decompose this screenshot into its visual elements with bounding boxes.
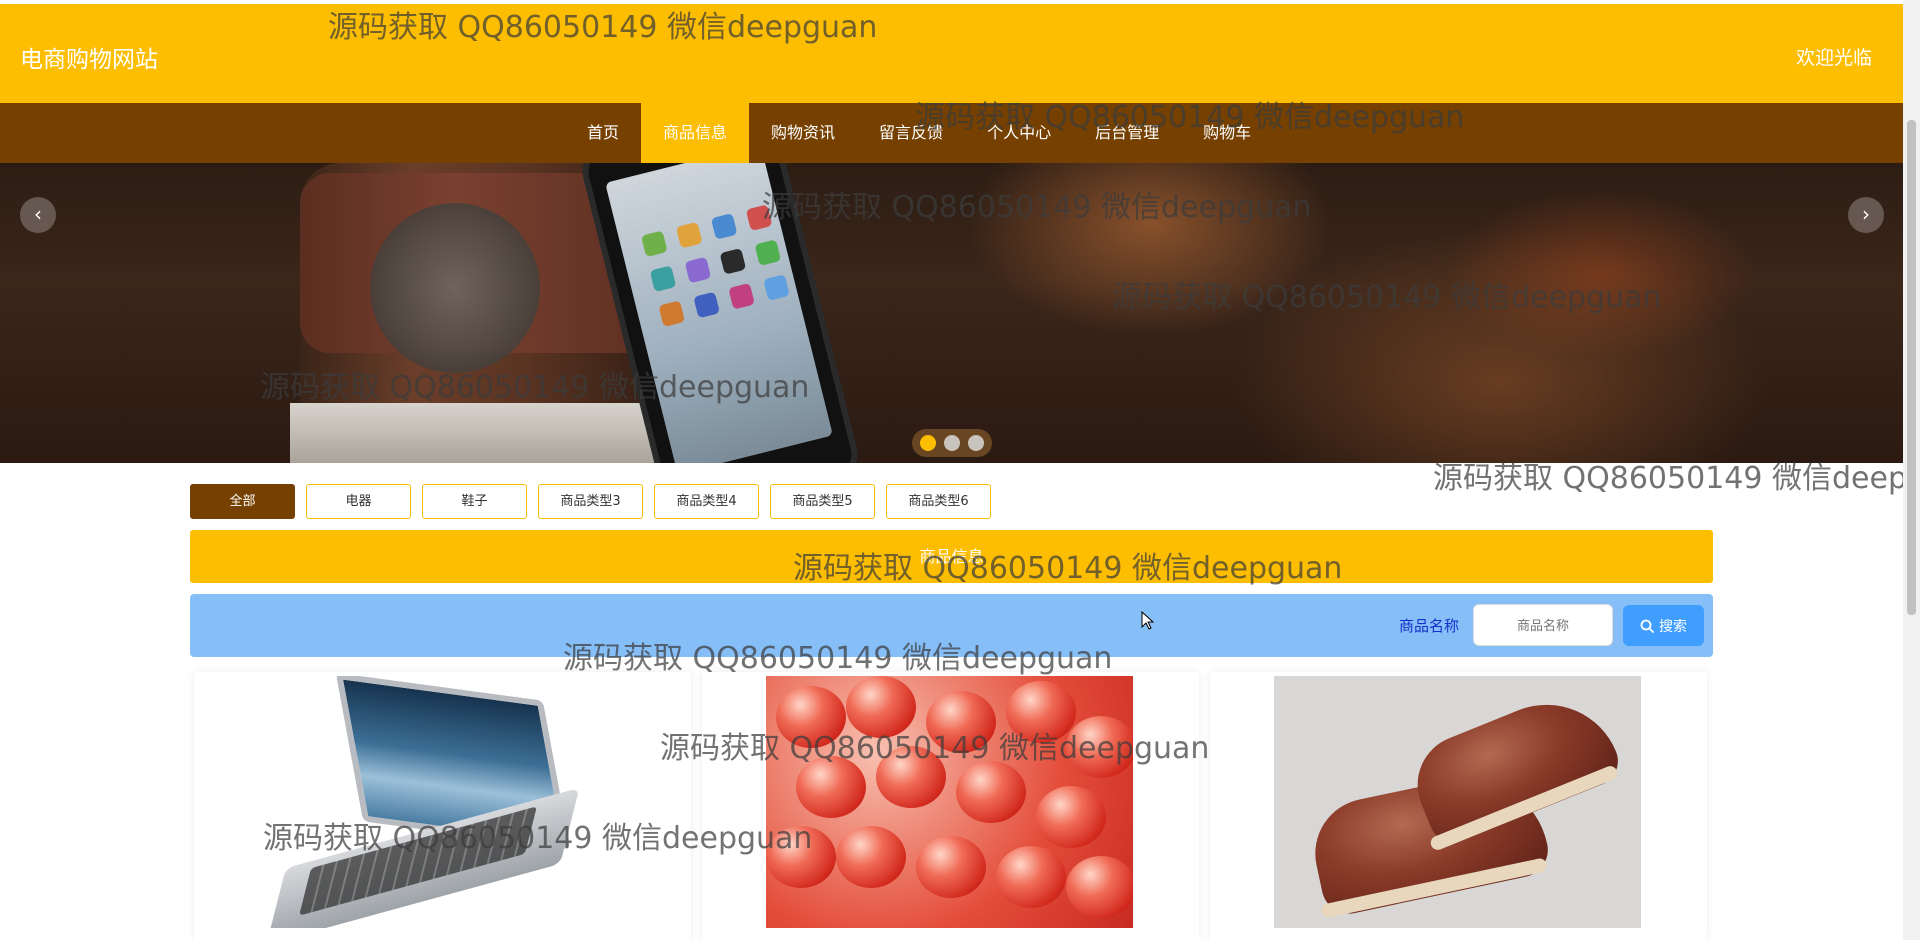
search-label: 商品名称	[1399, 617, 1460, 635]
product-card[interactable]	[702, 672, 1199, 940]
cherry	[846, 676, 916, 738]
category-filters: 全部 电器 鞋子 商品类型3 商品类型4 商品类型5 商品类型6	[190, 484, 991, 519]
search-input[interactable]	[1473, 604, 1613, 646]
cherry	[996, 846, 1066, 908]
app-icon	[719, 248, 747, 275]
app-icon	[763, 274, 790, 301]
filter-type-5[interactable]: 商品类型5	[770, 484, 875, 519]
banner-cup-logo	[370, 203, 540, 373]
product-card[interactable]	[1210, 672, 1707, 940]
app-icon	[754, 239, 782, 266]
section-title: 商品信息	[190, 530, 1713, 583]
nav-items: 首页 商品信息 购物资讯 留言反馈 个人中心 后台管理 购物车	[565, 103, 1273, 163]
mouse-cursor-icon	[1141, 611, 1155, 630]
site-title[interactable]: 电商购物网站	[20, 40, 158, 74]
carousel-dot-3[interactable]	[968, 435, 984, 451]
filter-type-4[interactable]: 商品类型4	[654, 484, 759, 519]
filter-type-3[interactable]: 商品类型3	[538, 484, 643, 519]
chevron-right-icon: ›	[1862, 202, 1870, 226]
nav-item-products[interactable]: 商品信息	[641, 103, 750, 163]
app-icon	[675, 221, 703, 249]
app-icon	[640, 230, 668, 258]
carousel-indicators	[912, 429, 992, 457]
nav-item-admin[interactable]: 后台管理	[1073, 103, 1181, 163]
main-nav: 首页 商品信息 购物资讯 留言反馈 个人中心 后台管理 购物车	[0, 103, 1903, 163]
filter-appliances[interactable]: 电器	[306, 484, 411, 519]
app-icon	[649, 265, 677, 293]
product-image-laptop[interactable]	[258, 676, 625, 928]
app-icon	[693, 291, 720, 319]
filter-all[interactable]: 全部	[190, 484, 295, 519]
cherry	[876, 746, 946, 808]
carousel-dot-2[interactable]	[944, 435, 960, 451]
page-scrollbar[interactable]	[1903, 0, 1920, 940]
nav-item-profile[interactable]: 个人中心	[965, 103, 1073, 163]
nav-item-feedback[interactable]: 留言反馈	[857, 103, 965, 163]
chevron-left-icon: ‹	[34, 202, 42, 226]
filter-shoes[interactable]: 鞋子	[422, 484, 527, 519]
site-header: 电商购物网站 欢迎光临	[0, 4, 1903, 103]
cherry	[1066, 716, 1133, 778]
scrollbar-thumb[interactable]	[1907, 120, 1916, 615]
cherry	[926, 691, 996, 753]
cherry	[836, 826, 906, 888]
banner-phone-apps	[640, 204, 790, 328]
search-bar: 商品名称 搜索	[190, 594, 1713, 657]
search-button-label: 搜索	[1659, 618, 1687, 635]
page: 电商购物网站 欢迎光临 首页 商品信息 购物资讯 留言反馈 个人中心 后台管理 …	[0, 0, 1903, 940]
nav-item-news[interactable]: 购物资讯	[749, 103, 857, 163]
filter-type-6[interactable]: 商品类型6	[886, 484, 991, 519]
banner-carousel: ‹ ›	[0, 163, 1903, 463]
search-button[interactable]: 搜索	[1623, 605, 1704, 646]
product-card[interactable]	[194, 672, 691, 940]
cherry	[956, 761, 1026, 823]
cherry	[1036, 786, 1106, 848]
app-icon	[684, 256, 712, 284]
cherry	[776, 686, 846, 748]
nav-item-cart[interactable]: 购物车	[1181, 103, 1273, 163]
banner-next-button[interactable]: ›	[1848, 197, 1884, 233]
cherry	[766, 826, 836, 888]
banner-prev-button[interactable]: ‹	[20, 197, 56, 233]
cherry	[1006, 681, 1076, 743]
app-icon	[658, 300, 686, 328]
nav-item-home[interactable]: 首页	[565, 103, 641, 163]
cherry	[1066, 856, 1133, 918]
app-icon	[728, 282, 755, 310]
app-icon	[745, 204, 773, 232]
product-image-cherries[interactable]	[766, 676, 1133, 928]
cherry	[916, 836, 986, 898]
carousel-dot-1[interactable]	[920, 435, 936, 451]
welcome-text: 欢迎光临	[1795, 47, 1872, 69]
product-image-shoes[interactable]	[1274, 676, 1641, 928]
search-icon	[1640, 619, 1654, 633]
cherry	[796, 756, 866, 818]
app-icon	[710, 213, 738, 240]
